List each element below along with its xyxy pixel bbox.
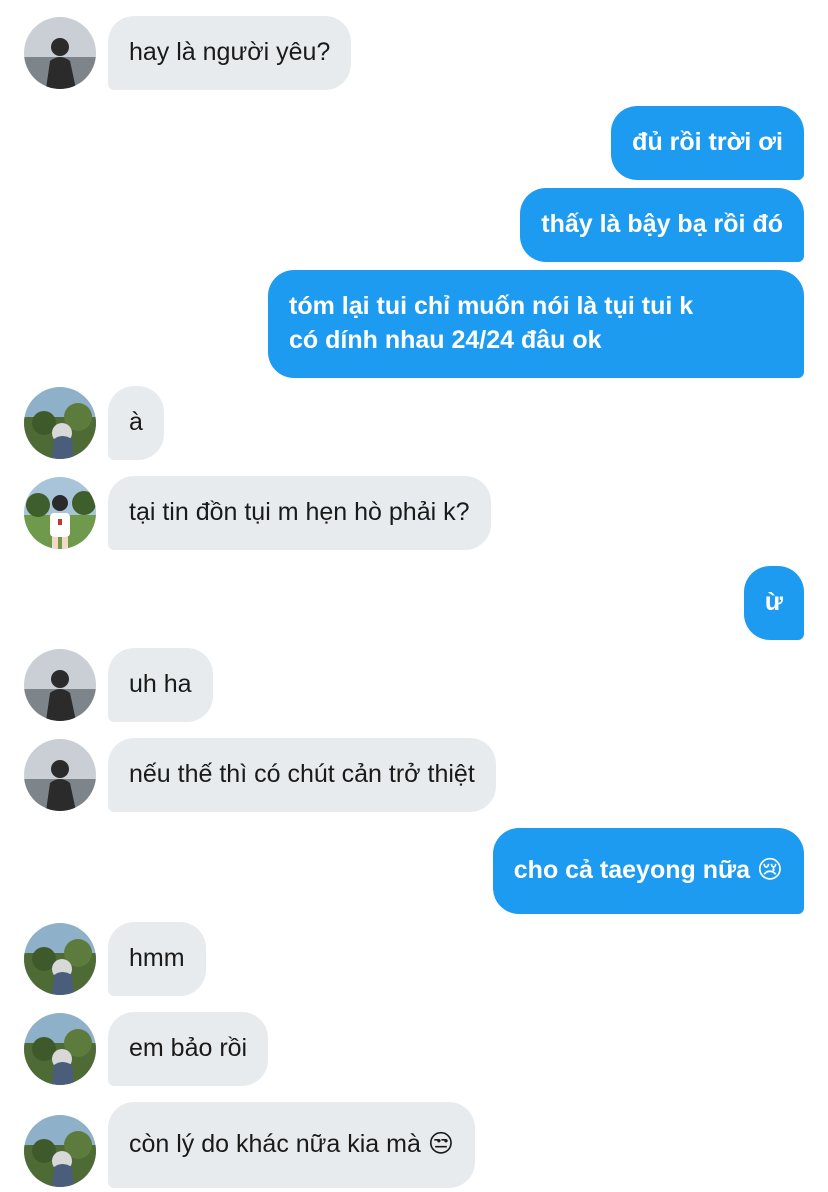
message-row: cho cả taeyong nữa 😢 bbox=[0, 828, 828, 914]
message-row: em bảo rồi bbox=[0, 1012, 828, 1086]
incoming-message[interactable]: còn lý do khác nữa kia mà 😒 bbox=[108, 1102, 475, 1188]
message-row: ừ bbox=[0, 566, 828, 640]
avatar[interactable] bbox=[24, 477, 96, 549]
message-row: hay là người yêu? bbox=[0, 16, 828, 90]
message-row: à bbox=[0, 386, 828, 460]
avatar[interactable] bbox=[24, 387, 96, 459]
avatar[interactable] bbox=[24, 649, 96, 721]
incoming-message[interactable]: à bbox=[108, 386, 164, 460]
incoming-message[interactable]: tại tin đồn tụi m hẹn hò phải k? bbox=[108, 476, 491, 550]
avatar[interactable] bbox=[24, 923, 96, 995]
incoming-message[interactable]: em bảo rồi bbox=[108, 1012, 269, 1086]
outgoing-message[interactable]: tóm lại tui chỉ muốn nói là tụi tui k có… bbox=[268, 270, 804, 378]
outgoing-message[interactable]: cho cả taeyong nữa 😢 bbox=[492, 828, 804, 914]
message-row: còn lý do khác nữa kia mà 😒 bbox=[0, 1102, 828, 1188]
avatar[interactable] bbox=[24, 739, 96, 811]
message-row: tóm lại tui chỉ muốn nói là tụi tui k có… bbox=[0, 270, 828, 378]
message-row: nếu thế thì có chút cản trở thiệt bbox=[0, 738, 828, 812]
message-row: uh ha bbox=[0, 648, 828, 722]
incoming-message[interactable]: hmm bbox=[108, 922, 206, 996]
outgoing-message[interactable]: ừ bbox=[743, 566, 804, 640]
avatar[interactable] bbox=[24, 1115, 96, 1187]
message-row: đủ rồi trời ơi bbox=[0, 106, 828, 180]
message-row: hmm bbox=[0, 922, 828, 996]
message-row: tại tin đồn tụi m hẹn hò phải k? bbox=[0, 476, 828, 550]
incoming-message[interactable]: nếu thế thì có chút cản trở thiệt bbox=[108, 738, 496, 812]
incoming-message[interactable]: uh ha bbox=[108, 648, 213, 722]
outgoing-message[interactable]: đủ rồi trời ơi bbox=[611, 106, 804, 180]
incoming-message[interactable]: hay là người yêu? bbox=[108, 16, 352, 90]
message-row: thấy là bậy bạ rồi đó bbox=[0, 188, 828, 262]
outgoing-message[interactable]: thấy là bậy bạ rồi đó bbox=[520, 188, 804, 262]
avatar[interactable] bbox=[24, 1013, 96, 1085]
avatar[interactable] bbox=[24, 17, 96, 89]
